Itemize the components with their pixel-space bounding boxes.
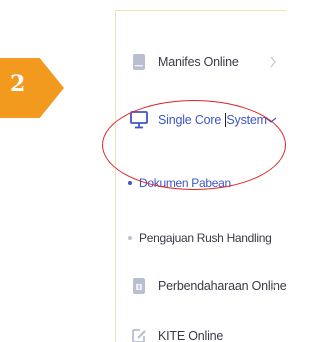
step-number: 2 xyxy=(10,71,26,97)
monitor-icon xyxy=(128,110,150,130)
menu-item-label: Manifes Online xyxy=(158,55,239,69)
menu-item-perbendaharaan-online[interactable]: Perbendaharaan Online xyxy=(116,269,286,303)
menu-item-label: Single Core System xyxy=(158,113,267,128)
chevron-down-icon xyxy=(265,117,277,123)
bullet-icon xyxy=(128,236,132,240)
menu-item-label-part: Single Core xyxy=(158,112,225,127)
chevron-right-icon xyxy=(270,280,276,292)
submenu-item-dokumen-pabean[interactable]: Dokumen Pabean xyxy=(116,169,286,197)
chevron-right-icon xyxy=(270,56,276,68)
menu-item-label: Perbendaharaan Online xyxy=(158,279,286,293)
menu-item-single-core-system[interactable]: Single Core System xyxy=(116,103,286,137)
document-icon xyxy=(128,277,150,295)
submenu-item-pengajuan-rush-handling[interactable]: Pengajuan Rush Handling xyxy=(116,224,286,252)
submenu-item-label: Pengajuan Rush Handling xyxy=(139,231,272,245)
sidebar-menu: Manifes Online Single Core System Dokume… xyxy=(115,10,286,342)
bullet-icon xyxy=(128,181,132,185)
screenshot-stage: 2 Manifes Online Single Core System Doku… xyxy=(0,0,286,342)
menu-item-label: KITE Online xyxy=(158,329,224,342)
submenu-item-label: Dokumen Pabean xyxy=(139,176,231,190)
menu-item-label-part: System xyxy=(226,112,267,127)
step-badge: 2 xyxy=(0,58,64,118)
edit-icon xyxy=(128,327,150,342)
menu-item-kite-online[interactable]: KITE Online xyxy=(116,319,286,342)
document-icon xyxy=(128,53,150,71)
menu-item-manifes-online[interactable]: Manifes Online xyxy=(116,45,286,79)
